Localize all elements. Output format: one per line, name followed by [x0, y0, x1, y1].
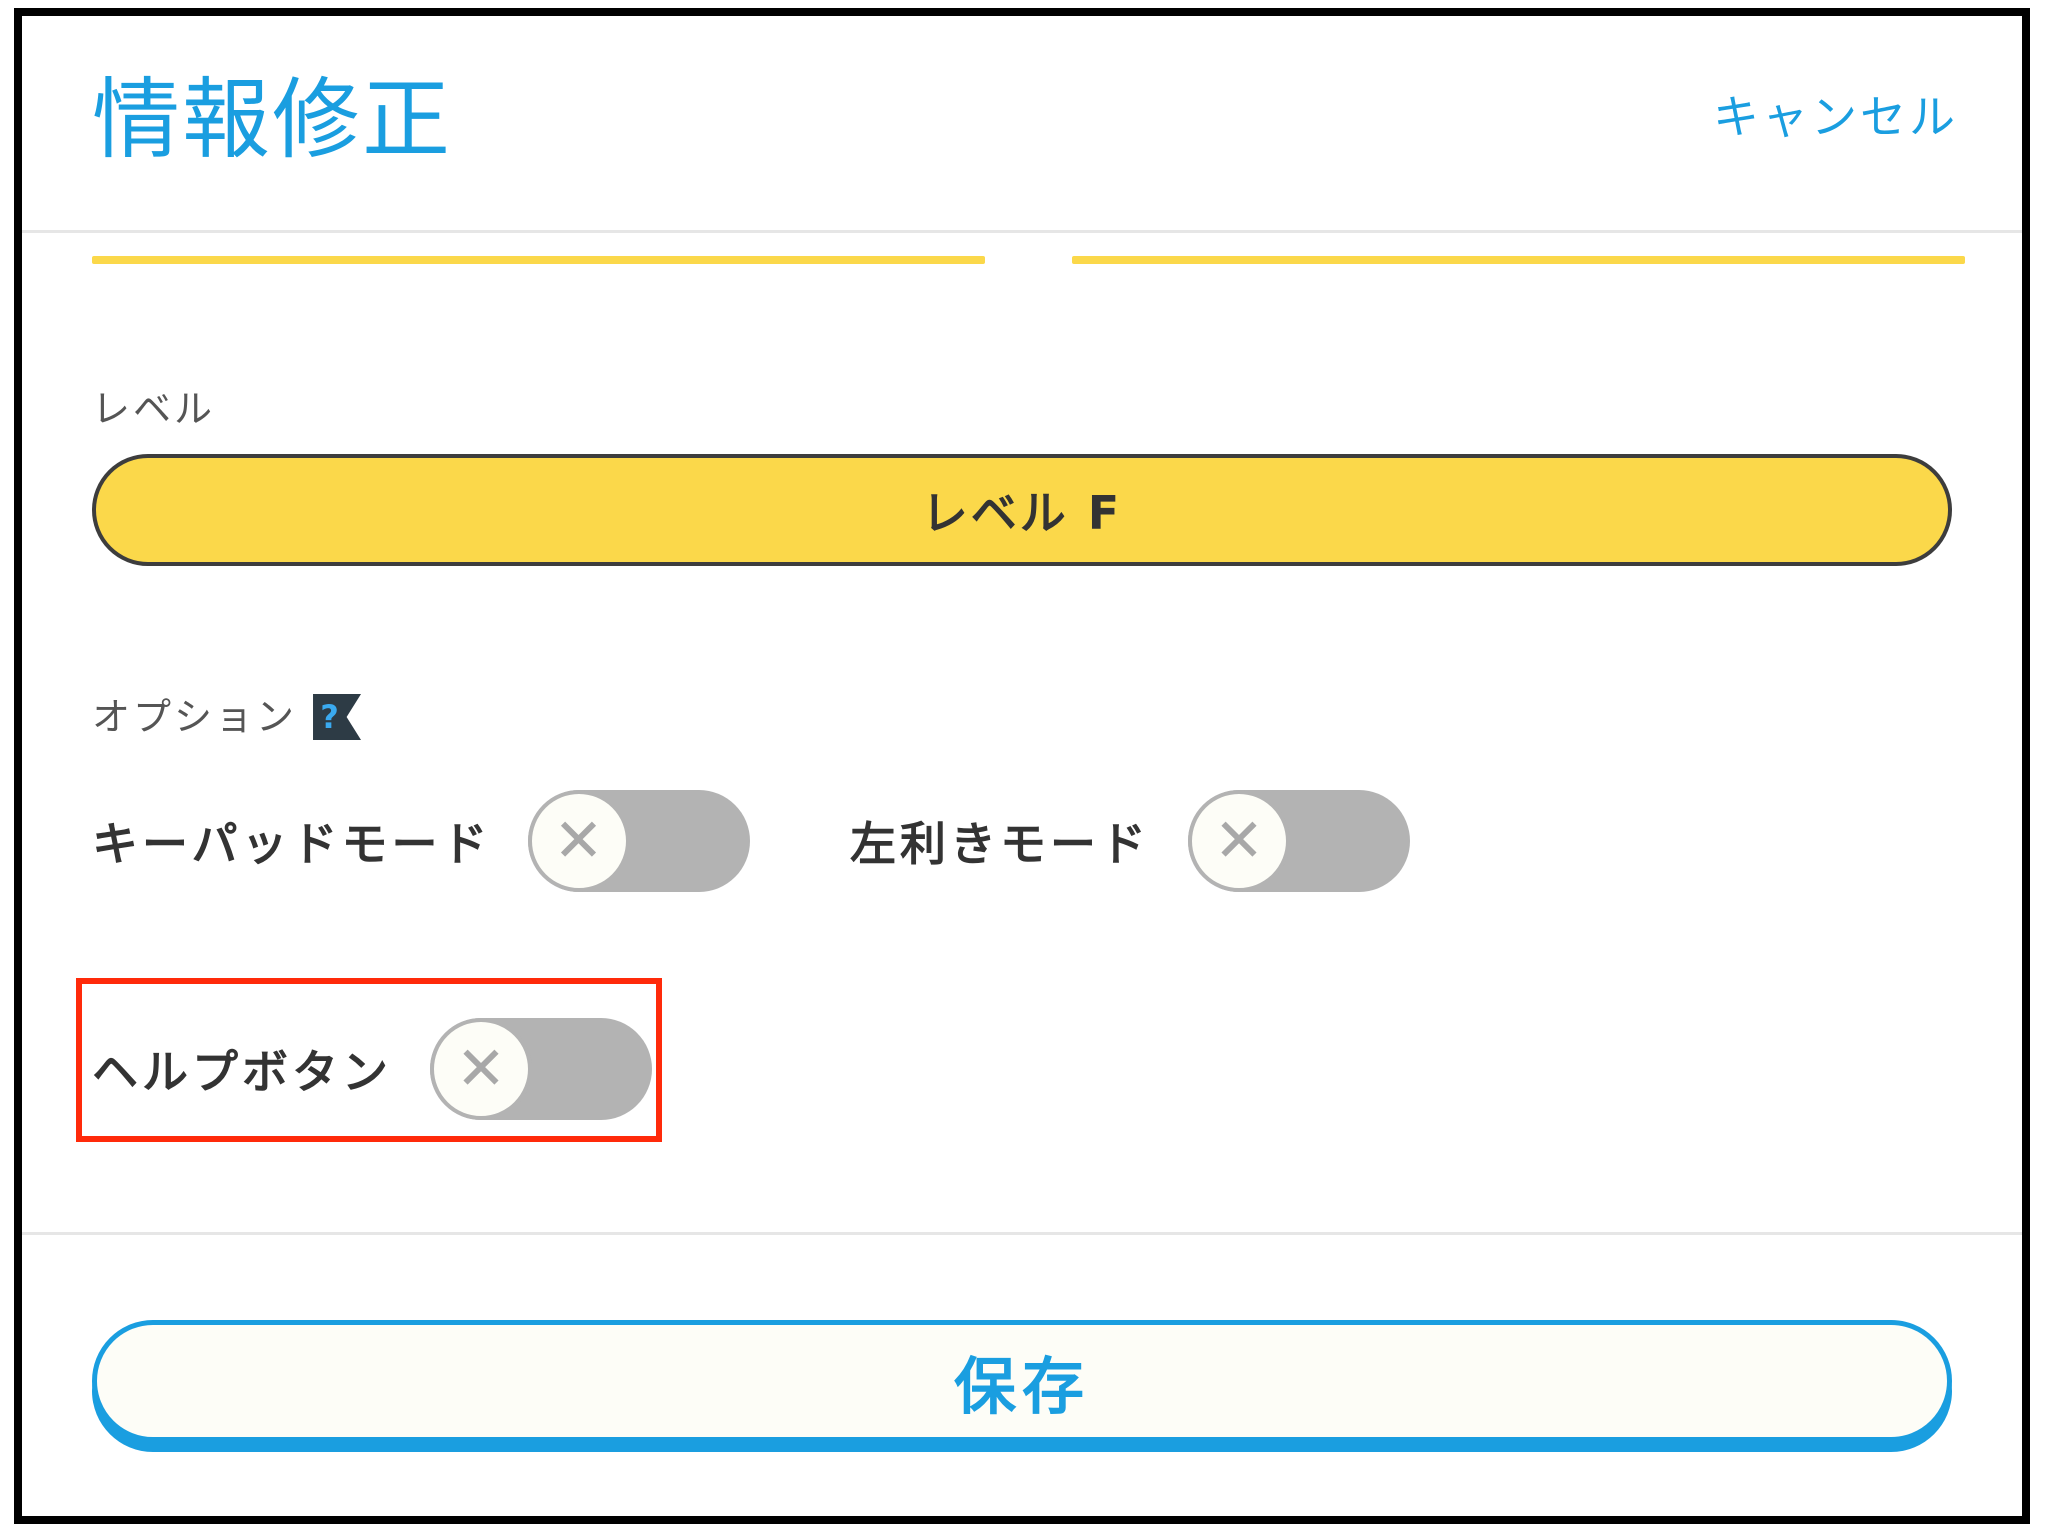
- level-select-value: レベル F: [921, 486, 1123, 540]
- help-button-toggle[interactable]: ✕: [430, 1018, 652, 1120]
- cancel-button[interactable]: キャンセル: [1713, 94, 1958, 140]
- tab-indicator-right[interactable]: [1072, 256, 1965, 264]
- save-button-label: 保存: [953, 1350, 1090, 1423]
- help-question-mark: ?: [320, 698, 342, 736]
- options-section-label: オプション ?: [92, 694, 362, 740]
- options-label-text: オプション: [92, 695, 298, 739]
- toggle-off-icon: ✕: [527, 790, 630, 892]
- level-section-label: レベル: [92, 387, 216, 431]
- option-left-hand-mode: 左利きモード ✕: [850, 790, 1410, 892]
- save-button[interactable]: 保存: [92, 1320, 1952, 1442]
- footer-divider: [22, 1232, 2022, 1235]
- toggle-off-icon: ✕: [430, 1018, 532, 1120]
- tab-indicator-left[interactable]: [92, 256, 985, 264]
- left-hand-mode-toggle[interactable]: ✕: [1188, 790, 1410, 892]
- toggle-off-icon: ✕: [1188, 790, 1290, 892]
- help-button-label: ヘルプボタン: [92, 1045, 392, 1099]
- keypad-mode-label: キーパッドモード: [92, 817, 492, 871]
- page-title: 情報修正: [92, 68, 453, 171]
- panel-header: 情報修正 キャンセル: [22, 16, 2022, 233]
- left-hand-mode-label: 左利きモード: [850, 817, 1150, 871]
- option-help-button: ヘルプボタン ✕: [92, 1018, 652, 1120]
- edit-info-panel: 情報修正 キャンセル レベル レベル F オプション ? キーパッドモード ✕ …: [14, 8, 2030, 1524]
- keypad-mode-toggle[interactable]: ✕: [527, 790, 750, 892]
- level-select-button[interactable]: レベル F: [92, 454, 1952, 566]
- help-icon[interactable]: ?: [313, 694, 362, 740]
- option-keypad-mode: キーパッドモード ✕: [92, 790, 750, 892]
